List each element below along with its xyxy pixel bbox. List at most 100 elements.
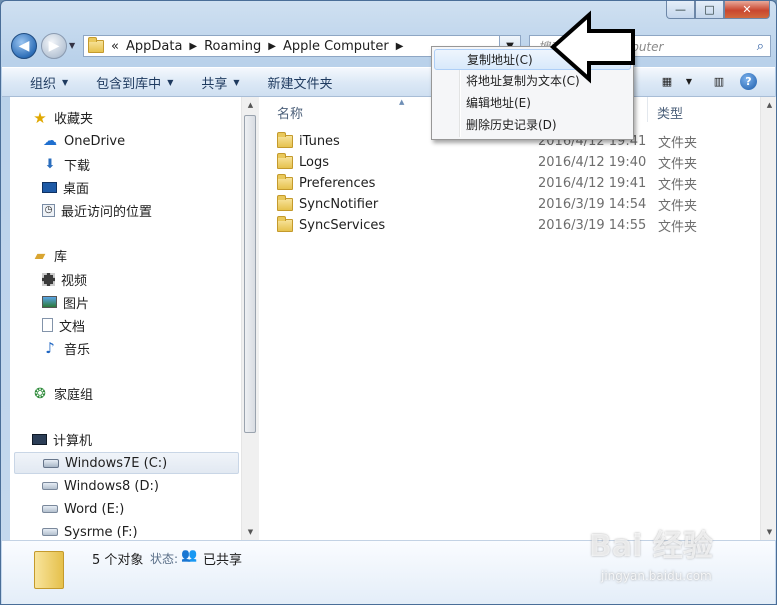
minimize-button[interactable]: — xyxy=(666,1,695,19)
computer-label: 计算机 xyxy=(53,434,93,449)
breadcrumb-separator-icon[interactable]: ▶ xyxy=(268,41,276,52)
breadcrumb-separator-icon[interactable]: ▶ xyxy=(396,41,404,52)
scroll-up-arrow-icon[interactable]: ▲ xyxy=(242,97,259,113)
folder-icon xyxy=(277,174,293,190)
star-icon: ★ xyxy=(33,108,47,127)
command-bar: 组织 ▼ 包含到库中 ▼ 共享 ▼ 新建文件夹 ▦ ▼ ▥ ? xyxy=(2,67,775,97)
cloud-icon: ☁ xyxy=(43,133,57,149)
sidebar-item-label: 文档 xyxy=(59,319,86,335)
view-icon[interactable]: ▦ xyxy=(658,72,676,90)
table-row[interactable]: Logs 2016/4/12 19:40 文件夹 xyxy=(277,152,760,173)
table-row[interactable]: SyncNotifier 2016/3/19 14:54 文件夹 xyxy=(277,194,760,215)
column-header-type[interactable]: 类型 xyxy=(657,103,683,122)
windows-drive-icon xyxy=(43,458,59,468)
pointer-arrow-icon xyxy=(549,10,635,84)
maximize-button[interactable]: □ xyxy=(695,1,724,19)
caption-buttons: — □ ✕ xyxy=(666,1,770,19)
sidebar-item-downloads[interactable]: ⬇ 下载 xyxy=(42,153,238,175)
search-icon[interactable]: ⌕ xyxy=(757,39,764,54)
sidebar-item-label: Sysrme (F:) xyxy=(64,524,138,540)
scroll-down-arrow-icon[interactable]: ▼ xyxy=(242,524,259,540)
file-date: 2016/3/19 14:54 xyxy=(538,197,647,212)
sidebar-item-label: 桌面 xyxy=(63,181,90,197)
file-type: 文件夹 xyxy=(658,157,698,172)
sidebar-item-drive-c[interactable]: Windows7E (C:) xyxy=(14,452,239,474)
file-name: SyncServices xyxy=(299,218,386,233)
breadcrumb-item-apple-computer[interactable]: Apple Computer xyxy=(283,39,389,54)
scrollbar-thumb[interactable] xyxy=(244,115,256,433)
forward-button[interactable]: ▶ xyxy=(41,33,67,59)
back-button[interactable]: ◀ xyxy=(11,33,37,59)
folder-icon xyxy=(277,153,293,169)
sidebar-item-documents[interactable]: 文档 xyxy=(42,314,238,336)
menu-item-edit-address[interactable]: 编辑地址(E) xyxy=(434,92,631,113)
share-label: 共享 xyxy=(201,76,228,92)
status-label: 状态: xyxy=(150,552,179,566)
hard-drive-icon xyxy=(42,528,58,536)
new-folder-button[interactable]: 新建文件夹 xyxy=(254,73,347,92)
music-note-icon: ♪ xyxy=(45,339,55,357)
breadcrumb-separator-icon[interactable]: ▶ xyxy=(189,41,197,52)
folder-icon xyxy=(277,216,293,232)
folder-icon xyxy=(34,551,64,589)
recent-places-icon: ◷ xyxy=(42,203,55,217)
table-row[interactable]: SyncServices 2016/3/19 14:55 文件夹 xyxy=(277,215,760,236)
watermark: Bai 经验 jingyan.baidu.com xyxy=(589,521,769,601)
sidebar-item-music[interactable]: ♪ 音乐 xyxy=(42,337,238,359)
file-name: Preferences xyxy=(299,176,376,191)
sidebar-item-label: Windows7E (C:) xyxy=(65,455,168,471)
file-date: 2016/4/12 19:41 xyxy=(538,176,647,191)
close-button[interactable]: ✕ xyxy=(724,1,770,19)
organize-label: 组织 xyxy=(30,76,57,92)
sidebar-item-drive-f[interactable]: Sysrme (F:) xyxy=(42,521,238,540)
column-divider[interactable] xyxy=(647,97,648,122)
file-date: 2016/4/12 19:40 xyxy=(538,155,647,170)
share-menu[interactable]: 共享 ▼ xyxy=(187,73,253,92)
organize-menu[interactable]: 组织 ▼ xyxy=(2,73,82,92)
sidebar-item-onedrive[interactable]: ☁ OneDrive xyxy=(42,130,238,152)
include-in-library-label: 包含到库中 xyxy=(96,76,162,92)
table-row[interactable]: Preferences 2016/4/12 19:41 文件夹 xyxy=(277,173,760,194)
homegroup-label: 家庭组 xyxy=(54,388,94,403)
computer-icon xyxy=(32,434,47,445)
breadcrumb-overflow[interactable]: « xyxy=(111,39,119,54)
menu-item-delete-history[interactable]: 删除历史记录(D) xyxy=(434,114,631,135)
file-type: 文件夹 xyxy=(658,220,698,235)
breadcrumb-item-roaming[interactable]: Roaming xyxy=(204,39,261,54)
toolbar-right-group: ▦ ▼ ▥ ? xyxy=(646,72,757,90)
computer-header[interactable]: 计算机 xyxy=(32,430,92,449)
sidebar-item-recent-places[interactable]: ◷ 最近访问的位置 xyxy=(42,199,238,221)
recent-pages-dropdown-icon[interactable]: ▼ xyxy=(69,41,75,50)
folder-icon xyxy=(277,132,293,148)
sidebar-item-desktop[interactable]: 桌面 xyxy=(42,176,238,198)
include-in-library-menu[interactable]: 包含到库中 ▼ xyxy=(82,73,187,92)
view-dropdown-icon[interactable]: ▼ xyxy=(680,72,698,90)
favorites-label: 收藏夹 xyxy=(54,112,94,127)
download-icon: ⬇ xyxy=(44,156,56,172)
favorites-header[interactable]: ★ 收藏夹 xyxy=(32,108,94,128)
sidebar-item-homegroup[interactable]: ❂ 家庭组 xyxy=(32,384,94,404)
file-date: 2016/3/19 14:55 xyxy=(538,218,647,233)
column-header-name[interactable]: 名称 xyxy=(277,103,303,122)
chevron-down-icon: ▼ xyxy=(62,77,69,87)
sidebar-item-label: 音乐 xyxy=(64,342,91,358)
file-list-scrollbar[interactable]: ▲ ▼ xyxy=(760,97,776,540)
status-value: 已共享 xyxy=(203,553,243,568)
sidebar-item-drive-d[interactable]: Windows8 (D:) xyxy=(42,475,238,497)
file-name: iTunes xyxy=(299,134,340,149)
help-icon[interactable]: ? xyxy=(740,72,757,90)
sidebar-item-label: 下载 xyxy=(64,158,91,174)
sidebar-item-drive-e[interactable]: Word (E:) xyxy=(42,498,238,520)
sidebar-item-videos[interactable]: 视频 xyxy=(42,268,238,290)
preview-pane-icon[interactable]: ▥ xyxy=(710,72,728,90)
breadcrumb-item-appdata[interactable]: AppData xyxy=(126,39,182,54)
libraries-header[interactable]: ▰ 库 xyxy=(32,246,67,266)
chevron-down-icon: ▼ xyxy=(233,77,240,87)
document-icon xyxy=(42,318,53,332)
sidebar-item-label: 视频 xyxy=(61,273,88,289)
navigation-pane-scrollbar[interactable]: ▲ ▼ xyxy=(241,97,259,540)
sidebar-item-pictures[interactable]: 图片 xyxy=(42,291,238,313)
scroll-up-arrow-icon[interactable]: ▲ xyxy=(761,97,776,113)
navigation-bar: ◀ ▶ ▼ « AppData ▶ Roaming ▶ Apple Comput… xyxy=(11,33,771,61)
file-type: 文件夹 xyxy=(658,199,698,214)
